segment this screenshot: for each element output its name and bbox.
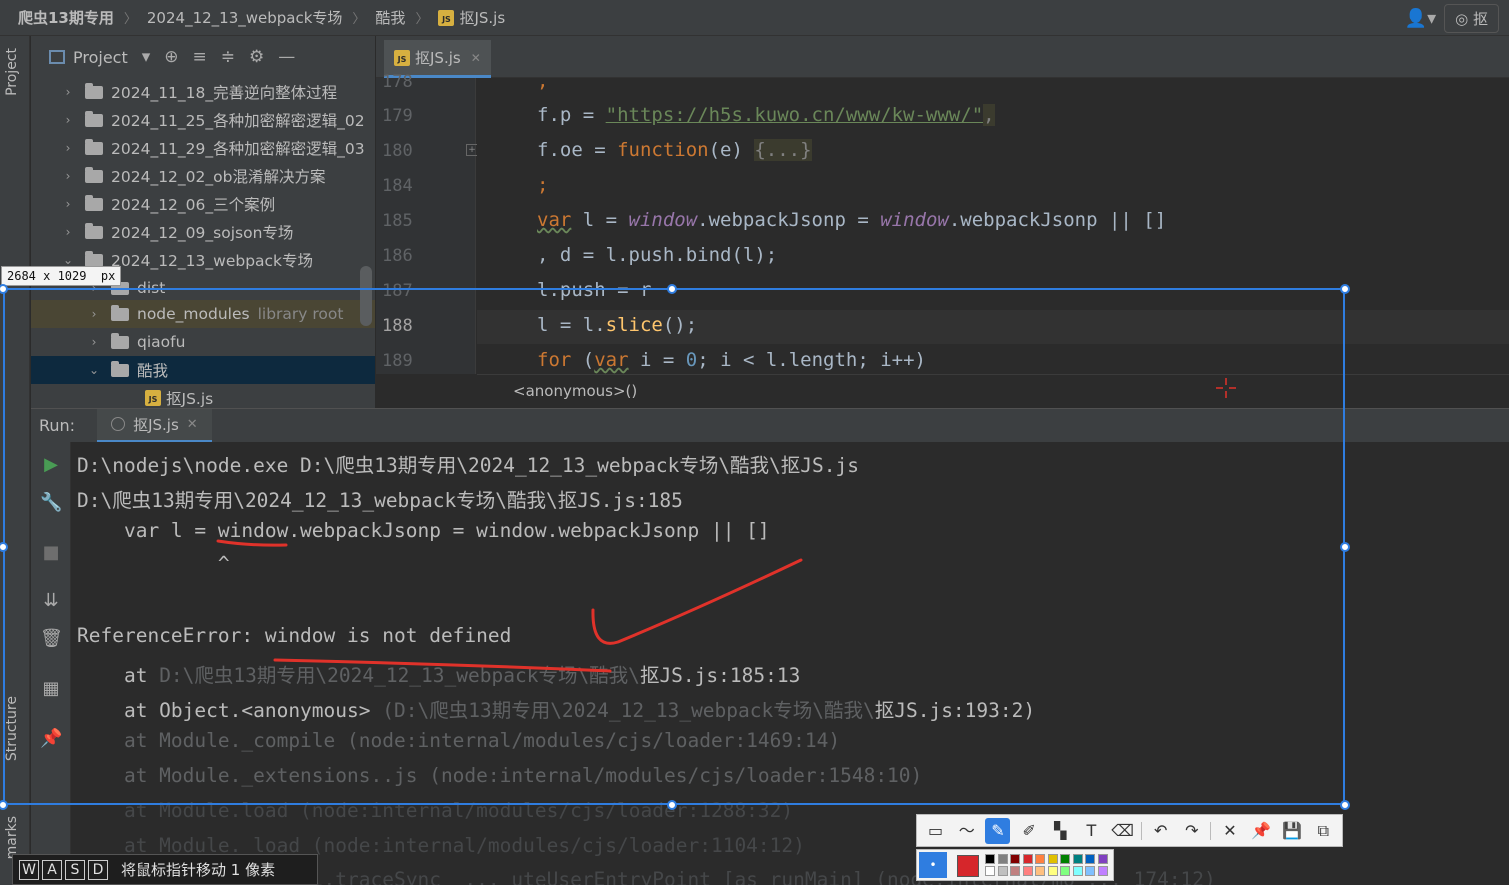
eraser-tool-icon[interactable]: ⌫	[1110, 818, 1135, 844]
redo-icon[interactable]: ↷	[1179, 818, 1204, 844]
annotation-toolbar: ▭ 〜 ✎ ✐ ▚ T ⌫ ↶ ↷ ✕ 📌 💾 ⧉	[916, 814, 1343, 847]
toolbar-divider	[1141, 821, 1143, 840]
hint-text: 将鼠标指针移动 1 像素	[121, 861, 276, 879]
color-swatch[interactable]	[1060, 866, 1070, 876]
key-d: D	[88, 859, 108, 880]
color-swatch[interactable]	[1072, 866, 1083, 876]
save-icon[interactable]: 💾	[1280, 818, 1305, 844]
pen-tool-icon[interactable]: ✎	[985, 817, 1011, 844]
text-tool-icon[interactable]: T	[1079, 818, 1104, 844]
capture-selection-box[interactable]	[3, 288, 1345, 805]
pin-icon[interactable]: 📌	[1249, 818, 1274, 844]
mosaic-tool-icon[interactable]: ▚	[1048, 818, 1073, 844]
color-swatch[interactable]	[1010, 866, 1020, 876]
key-s: S	[65, 859, 85, 880]
current-color-swatch[interactable]	[957, 855, 979, 877]
pen-size-selector[interactable]: •	[919, 852, 947, 878]
color-swatch[interactable]	[1022, 866, 1033, 876]
color-swatch[interactable]	[997, 866, 1008, 876]
color-swatch[interactable]	[1060, 854, 1070, 864]
color-swatch[interactable]	[1047, 854, 1058, 864]
color-swatch[interactable]	[1035, 854, 1045, 864]
color-swatch[interactable]	[1085, 854, 1095, 864]
line-tool-icon[interactable]: 〜	[954, 818, 979, 844]
color-swatch[interactable]	[1010, 854, 1020, 864]
resize-handle[interactable]	[1340, 284, 1350, 294]
color-swatch[interactable]	[1035, 866, 1045, 876]
resize-handle[interactable]	[1340, 800, 1350, 810]
key-w: W	[19, 859, 39, 880]
copy-icon[interactable]: ⧉	[1311, 818, 1336, 844]
keyboard-hint: W A S D 将鼠标指针移动 1 像素	[12, 854, 318, 885]
color-swatch[interactable]	[985, 854, 995, 864]
color-swatch[interactable]	[1072, 854, 1083, 864]
selection-size-label: 2684 x 1029 px	[1, 266, 122, 286]
color-swatch[interactable]	[1085, 866, 1095, 876]
resize-handle[interactable]	[1340, 542, 1350, 552]
undo-icon[interactable]: ↶	[1148, 818, 1173, 844]
cancel-icon[interactable]: ✕	[1217, 818, 1242, 844]
resize-handle[interactable]	[667, 284, 677, 294]
toolbar-divider	[1210, 821, 1212, 840]
color-swatch[interactable]	[1097, 866, 1108, 876]
color-swatch[interactable]	[985, 866, 995, 876]
color-swatch[interactable]	[1047, 866, 1058, 876]
highlighter-tool-icon[interactable]: ✐	[1016, 818, 1041, 844]
color-swatch[interactable]	[1097, 854, 1108, 864]
resize-handle[interactable]	[667, 800, 677, 810]
color-swatch[interactable]	[1022, 854, 1033, 864]
crosshair-cursor-icon	[1216, 378, 1236, 398]
color-palette: •	[916, 849, 1114, 881]
key-a: A	[42, 859, 62, 880]
shape-tool-icon[interactable]: ▭	[923, 818, 948, 844]
color-swatch[interactable]	[997, 854, 1008, 864]
